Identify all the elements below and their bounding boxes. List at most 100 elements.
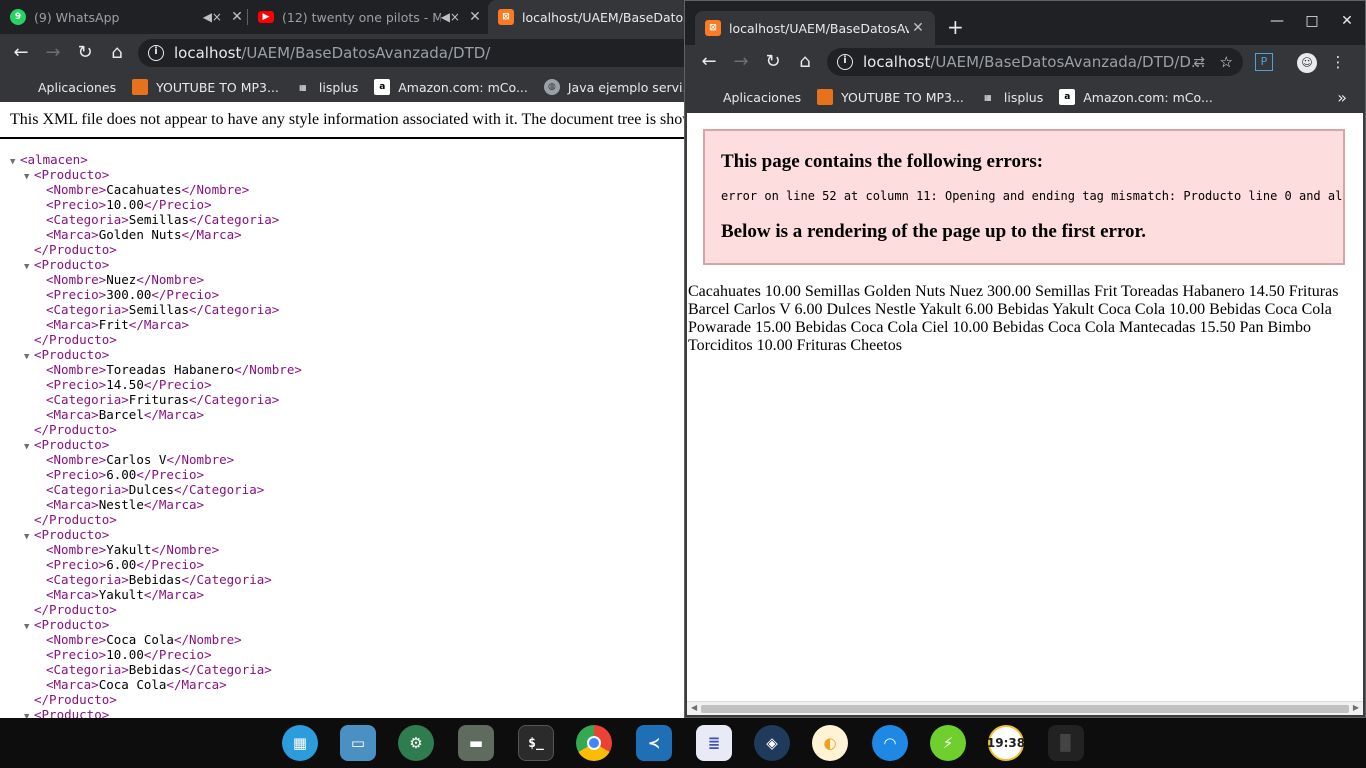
chrome-icon[interactable] (576, 725, 612, 761)
reload-icon[interactable]: ↻ (760, 49, 786, 75)
home-icon[interactable]: ⌂ (792, 49, 818, 75)
reload-icon[interactable]: ↻ (72, 40, 98, 66)
clock-icon[interactable]: 19:38 (987, 725, 1025, 761)
parser-error-box: This page contains the following errors:… (703, 129, 1345, 265)
settings-icon[interactable]: ⚙ (398, 725, 434, 761)
xml-tag: </Categoria> (181, 662, 272, 677)
collapse-triangle-icon[interactable]: ▼ (10, 155, 20, 170)
collapse-triangle-icon[interactable]: ▼ (24, 620, 34, 635)
muted-speaker-icon[interactable]: ◀× (441, 10, 460, 24)
close-tab-icon[interactable]: ✕ (909, 20, 927, 36)
close-tab-icon[interactable]: ✕ (466, 9, 484, 25)
xml-line: ▼ <Producto> (0, 347, 690, 362)
trash-icon[interactable]: ▉ (1048, 725, 1084, 761)
xml-tag: <Marca> (46, 317, 99, 332)
dock: ▦ ▭ ⚙ ▬ $_ ≺ ≣ ◈ ◐ ◠ ⚡ 19:38 ▉ (0, 718, 1366, 768)
xml-tag: <Categoria> (46, 212, 129, 227)
bookmark-java[interactable]: ◍ Java ejemplo servi... (543, 79, 690, 95)
info-icon[interactable]: i (148, 45, 164, 61)
xml-tag: <Producto> (34, 707, 110, 718)
bookmark-lisplus[interactable]: ▦ lisplus (295, 79, 358, 95)
xml-line: <Marca>Barcel</Marca> (0, 407, 690, 422)
toolbar: ← → ↻ ⌂ i localhost/UAEM/BaseDatosAvanza… (0, 34, 690, 72)
minimize-icon[interactable]: — (1267, 13, 1287, 29)
xml-line: <Nombre>Toreadas Habanero</Nombre> (0, 362, 690, 377)
address-bar[interactable]: i localhost/UAEM/BaseDatosAvanzada/DTD/ (138, 39, 690, 67)
close-window-icon[interactable]: ✕ (1337, 13, 1357, 29)
bookmark-lisplus[interactable]: ▦ lisplus (980, 89, 1043, 105)
xml-tag: <Nombre> (46, 182, 107, 197)
more-bookmarks-icon[interactable]: » (1337, 88, 1347, 107)
address-bar[interactable]: i localhost/UAEM/BaseDatosAvanzada/DTD/D… (827, 48, 1243, 76)
horizontal-scrollbar[interactable]: ◀ ▶ (687, 701, 1363, 715)
multitasking-icon[interactable]: ▦ (282, 725, 318, 761)
info-icon[interactable]: i (837, 54, 853, 70)
back-arrow-icon[interactable]: ← (8, 40, 34, 66)
bookmark-amazon[interactable]: a Amazon.com: mCo... (1059, 89, 1213, 105)
bookmarks-bar: Aplicaciones YOUTUBE TO MP3... ▦ lisplus… (0, 72, 690, 102)
power-icon[interactable]: ⚡ (930, 725, 966, 761)
xml-style-notice: This XML file does not appear to have an… (0, 102, 690, 139)
xml-tag: <Categoria> (46, 392, 129, 407)
store-icon[interactable]: ◈ (754, 725, 790, 761)
extension-icon[interactable]: P (1255, 53, 1273, 71)
vscode-icon[interactable]: ≺ (636, 725, 672, 761)
error-message: error on line 52 at column 11: Opening a… (721, 189, 1345, 203)
close-tab-icon[interactable]: ✕ (228, 9, 246, 25)
error-heading: This page contains the following errors: (721, 151, 1044, 172)
bookmark-label: Amazon.com: mCo... (398, 79, 528, 95)
xml-line: <Categoria>Bebidas</Categoria> (0, 662, 690, 677)
xml-tag: </Nombre> (181, 182, 250, 197)
xml-viewer: This XML file does not appear to have an… (0, 102, 690, 718)
xml-line: <Nombre>Nuez</Nombre> (0, 272, 690, 287)
xml-tag: </Categoria> (189, 212, 280, 227)
collapse-triangle-icon[interactable]: ▼ (24, 710, 34, 718)
maximize-icon[interactable]: □ (1302, 13, 1322, 29)
bookmark-youtube-mp3[interactable]: YOUTUBE TO MP3... (817, 89, 964, 105)
xml-line: </Producto> (0, 512, 690, 527)
xml-tag: </Nombre> (166, 452, 235, 467)
menu-icon[interactable]: ⋮ (1329, 53, 1347, 71)
tab-localhost[interactable]: ⊠ localhost/UAEM/BaseDatosA (488, 0, 690, 34)
xml-tag: </Marca> (166, 677, 227, 692)
star-icon[interactable]: ☆ (1220, 53, 1233, 71)
xml-tag: <Producto> (34, 437, 110, 452)
tab-title: (9) WhatsApp (34, 9, 120, 25)
muted-speaker-icon[interactable]: ◀× (203, 10, 222, 24)
xml-text: 10.00 (106, 197, 144, 212)
new-tab-icon[interactable]: + (947, 15, 964, 39)
file-manager-icon[interactable]: ▬ (458, 725, 494, 761)
profile-avatar-icon[interactable]: ☺ (1297, 53, 1317, 73)
collapse-triangle-icon[interactable]: ▼ (24, 170, 34, 185)
tab-whatsapp[interactable]: 9 (9) WhatsApp ◀× ✕ (0, 0, 246, 34)
forward-arrow-icon[interactable]: → (40, 40, 66, 66)
collapse-triangle-icon[interactable]: ▼ (24, 350, 34, 365)
collapse-triangle-icon[interactable]: ▼ (24, 440, 34, 455)
xml-tag: <Marca> (46, 587, 99, 602)
bookmark-amazon[interactable]: a Amazon.com: mCo... (374, 79, 528, 95)
back-arrow-icon[interactable]: ← (696, 49, 722, 75)
translate-icon[interactable]: ⇄ (1193, 54, 1205, 70)
scroll-left-icon[interactable]: ◀ (691, 703, 697, 712)
xml-tag: </Nombre> (151, 542, 220, 557)
xml-tag: <Precio> (46, 287, 107, 302)
xml-line: <Nombre>Coca Cola</Nombre> (0, 632, 690, 647)
bookmark-aplicaciones[interactable]: Aplicaciones (699, 89, 801, 105)
wifi-icon[interactable]: ◠ (872, 725, 908, 761)
forward-arrow-icon[interactable]: → (728, 49, 754, 75)
bookmark-youtube-mp3[interactable]: YOUTUBE TO MP3... (132, 79, 279, 95)
plank-icon[interactable]: ◐ (812, 725, 848, 761)
tab-localhost[interactable]: ⊠ localhost/UAEM/BaseDatosAva ✕ (695, 11, 935, 45)
scrollbar-thumb[interactable] (701, 705, 1349, 713)
xml-line: <Nombre>Carlos V</Nombre> (0, 452, 690, 467)
scroll-right-icon[interactable]: ▶ (1353, 703, 1359, 712)
collapse-triangle-icon[interactable]: ▼ (24, 260, 34, 275)
xml-tag: <Marca> (46, 407, 99, 422)
document-viewer-icon[interactable]: ≣ (696, 725, 732, 761)
home-icon[interactable]: ⌂ (104, 40, 130, 66)
tab-youtube[interactable]: ▶ (12) twenty one pilots - Me ◀× ✕ (248, 0, 484, 34)
bookmark-aplicaciones[interactable]: Aplicaciones (14, 79, 116, 95)
terminal-icon[interactable]: $_ (518, 725, 554, 761)
collapse-triangle-icon[interactable]: ▼ (24, 530, 34, 545)
desktop-icon[interactable]: ▭ (340, 725, 376, 761)
